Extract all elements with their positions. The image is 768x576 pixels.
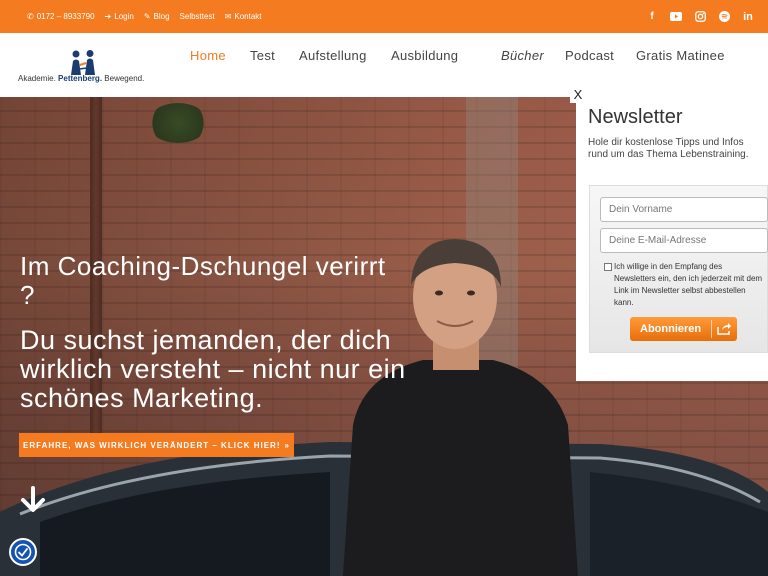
newsletter-form: Dein Vorname Deine E-Mail-Adresse Ich wi…: [589, 185, 768, 353]
email-field[interactable]: Deine E-Mail-Adresse: [600, 228, 768, 253]
consent-text: Ich willige in den Empfang des Newslette…: [614, 262, 763, 307]
selbsttest-label: Selbsttest: [179, 12, 215, 21]
site-header: Akademie. Pettenberg. Bewegend. Home Tes…: [0, 33, 768, 97]
newsletter-description: Hole dir kostenlose Tipps und Infos rund…: [588, 137, 749, 160]
top-contacts: ✆ 0172 – 8933790 ➔ Login ✎ Blog Selbstte…: [27, 0, 262, 33]
nav-item-test[interactable]: Test: [250, 48, 275, 63]
blog-label: Blog: [153, 12, 170, 21]
subscribe-button[interactable]: Abonnieren: [630, 317, 737, 341]
youtube-icon[interactable]: [670, 11, 682, 23]
newsletter-popup: X Newsletter Hole dir kostenlose Tipps u…: [570, 87, 768, 381]
accessibility-button[interactable]: [9, 538, 37, 566]
logo-tagline: Akademie. Pettenberg. Bewegend.: [18, 74, 144, 83]
login-label: Login: [114, 12, 134, 21]
kontakt-link[interactable]: ✉ Kontakt: [225, 12, 262, 21]
facebook-icon[interactable]: f: [646, 11, 658, 23]
spotify-icon[interactable]: [718, 11, 730, 23]
consent-row: Ich willige in den Empfang des Newslette…: [604, 261, 764, 309]
hero-subheadline: Du suchst jemanden, der dich wirklich ve…: [20, 325, 406, 413]
logo-tag-suffix: Bewegend.: [104, 74, 145, 83]
selbsttest-link[interactable]: Selbsttest: [180, 12, 215, 21]
nav-item-aufstellung[interactable]: Aufstellung: [299, 48, 367, 63]
phone-icon: ✆: [27, 12, 34, 21]
subscribe-divider: [711, 320, 712, 338]
site-logo[interactable]: Akademie. Pettenberg. Bewegend.: [18, 47, 158, 91]
logo-tag-prefix: Akademie.: [18, 74, 56, 83]
subscribe-label: Abonnieren: [640, 323, 702, 335]
kontakt-label: Kontakt: [234, 12, 262, 21]
hero-cta-button[interactable]: ERFAHRE, WAS WIRKLICH VERÄNDERT – KLICK …: [19, 433, 294, 457]
instagram-icon[interactable]: [694, 11, 706, 23]
blog-link[interactable]: ✎ Blog: [144, 12, 170, 21]
double-chevron-down-icon: »: [284, 440, 290, 450]
social-links: f in: [646, 0, 754, 33]
nav-item-buecher[interactable]: Bücher: [501, 48, 544, 63]
pencil-icon: ✎: [143, 12, 151, 21]
phone-number: 0172 – 8933790: [36, 12, 95, 21]
close-icon[interactable]: X: [570, 87, 586, 103]
nav-item-gratis-matinee[interactable]: Gratis Matinee: [636, 48, 725, 63]
hero-cta-label: ERFAHRE, WAS WIRKLICH VERÄNDERT – KLICK …: [23, 440, 281, 450]
hero-headline: Im Coaching-Dschungel verirrt ?: [20, 251, 386, 310]
linkedin-icon[interactable]: in: [742, 11, 754, 23]
firstname-field[interactable]: Dein Vorname: [600, 197, 768, 222]
mail-icon: ✉: [224, 12, 232, 21]
consent-checkbox[interactable]: [604, 263, 612, 271]
nav-item-podcast[interactable]: Podcast: [565, 48, 614, 63]
nav-item-ausbildung[interactable]: Ausbildung: [391, 48, 458, 63]
login-link[interactable]: ➔ Login: [105, 12, 134, 21]
top-bar: ✆ 0172 – 8933790 ➔ Login ✎ Blog Selbstte…: [0, 0, 768, 33]
phone-link[interactable]: ✆ 0172 – 8933790: [27, 12, 95, 21]
arrow-down-icon[interactable]: [18, 485, 48, 515]
newsletter-title: Newsletter: [588, 106, 683, 128]
logo-figures-icon: [71, 50, 95, 75]
share-arrow-icon: [717, 323, 731, 335]
nav-item-home[interactable]: Home: [190, 48, 226, 63]
accessibility-icon: [14, 543, 32, 561]
logo-tag-brand: Pettenberg.: [58, 74, 103, 83]
login-icon: ➔: [104, 12, 112, 21]
